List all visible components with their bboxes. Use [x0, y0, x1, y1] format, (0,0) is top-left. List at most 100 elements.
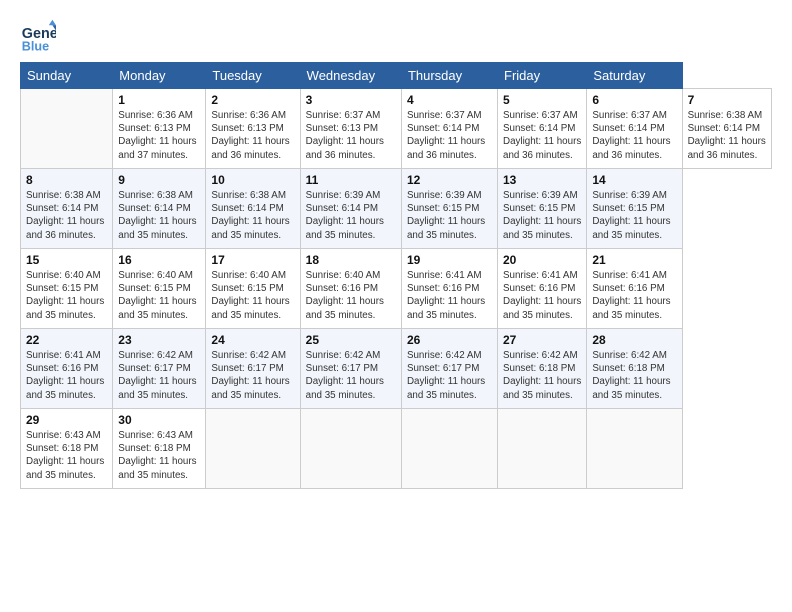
calendar-day-cell: [587, 409, 682, 489]
day-info: Sunrise: 6:43 AMSunset: 6:18 PMDaylight:…: [118, 430, 196, 481]
calendar-day-cell: 27 Sunrise: 6:42 AMSunset: 6:18 PMDaylig…: [498, 329, 587, 409]
calendar-day-cell: [206, 409, 300, 489]
day-info: Sunrise: 6:42 AMSunset: 6:17 PMDaylight:…: [118, 350, 196, 401]
calendar-day-cell: [401, 409, 497, 489]
calendar-week-row: 1 Sunrise: 6:36 AMSunset: 6:13 PMDayligh…: [21, 89, 772, 169]
day-number: 13: [503, 173, 581, 187]
day-info: Sunrise: 6:42 AMSunset: 6:17 PMDaylight:…: [407, 350, 485, 401]
calendar-day-cell: 23 Sunrise: 6:42 AMSunset: 6:17 PMDaylig…: [113, 329, 206, 409]
calendar-day-cell: 5 Sunrise: 6:37 AMSunset: 6:14 PMDayligh…: [498, 89, 587, 169]
day-info: Sunrise: 6:36 AMSunset: 6:13 PMDaylight:…: [118, 110, 196, 161]
day-number: 19: [407, 253, 492, 267]
day-info: Sunrise: 6:40 AMSunset: 6:15 PMDaylight:…: [211, 270, 289, 321]
calendar-day-header: Monday: [113, 63, 206, 89]
day-info: Sunrise: 6:38 AMSunset: 6:14 PMDaylight:…: [688, 110, 766, 161]
calendar-day-cell: 13 Sunrise: 6:39 AMSunset: 6:15 PMDaylig…: [498, 169, 587, 249]
svg-text:Blue: Blue: [22, 39, 49, 53]
logo-icon: General Blue: [20, 18, 56, 54]
calendar-day-cell: 6 Sunrise: 6:37 AMSunset: 6:14 PMDayligh…: [587, 89, 682, 169]
calendar-day-cell: 25 Sunrise: 6:42 AMSunset: 6:17 PMDaylig…: [300, 329, 401, 409]
day-info: Sunrise: 6:37 AMSunset: 6:13 PMDaylight:…: [306, 110, 384, 161]
day-number: 1: [118, 93, 200, 107]
day-info: Sunrise: 6:40 AMSunset: 6:15 PMDaylight:…: [26, 270, 104, 321]
day-number: 16: [118, 253, 200, 267]
page-container: General Blue SundayMondayTuesdayWednesda…: [0, 0, 792, 499]
day-info: Sunrise: 6:39 AMSunset: 6:15 PMDaylight:…: [407, 190, 485, 241]
day-info: Sunrise: 6:39 AMSunset: 6:15 PMDaylight:…: [592, 190, 670, 241]
calendar-day-cell: 28 Sunrise: 6:42 AMSunset: 6:18 PMDaylig…: [587, 329, 682, 409]
logo: General Blue: [20, 18, 56, 54]
day-number: 26: [407, 333, 492, 347]
day-number: 24: [211, 333, 294, 347]
calendar-week-row: 15 Sunrise: 6:40 AMSunset: 6:15 PMDaylig…: [21, 249, 772, 329]
calendar-day-cell: 14 Sunrise: 6:39 AMSunset: 6:15 PMDaylig…: [587, 169, 682, 249]
day-number: 2: [211, 93, 294, 107]
day-info: Sunrise: 6:41 AMSunset: 6:16 PMDaylight:…: [26, 350, 104, 401]
day-info: Sunrise: 6:37 AMSunset: 6:14 PMDaylight:…: [407, 110, 485, 161]
calendar-table: SundayMondayTuesdayWednesdayThursdayFrid…: [20, 62, 772, 489]
calendar-day-cell: 11 Sunrise: 6:39 AMSunset: 6:14 PMDaylig…: [300, 169, 401, 249]
calendar-day-header: Thursday: [401, 63, 497, 89]
day-number: 6: [592, 93, 676, 107]
calendar-week-row: 8 Sunrise: 6:38 AMSunset: 6:14 PMDayligh…: [21, 169, 772, 249]
empty-cell: [21, 89, 113, 169]
calendar-week-row: 22 Sunrise: 6:41 AMSunset: 6:16 PMDaylig…: [21, 329, 772, 409]
day-number: 4: [407, 93, 492, 107]
day-info: Sunrise: 6:37 AMSunset: 6:14 PMDaylight:…: [503, 110, 581, 161]
calendar-day-header: Tuesday: [206, 63, 300, 89]
calendar-day-cell: 9 Sunrise: 6:38 AMSunset: 6:14 PMDayligh…: [113, 169, 206, 249]
calendar-day-cell: 3 Sunrise: 6:37 AMSunset: 6:13 PMDayligh…: [300, 89, 401, 169]
day-number: 17: [211, 253, 294, 267]
day-number: 10: [211, 173, 294, 187]
calendar-day-cell: 16 Sunrise: 6:40 AMSunset: 6:15 PMDaylig…: [113, 249, 206, 329]
day-info: Sunrise: 6:39 AMSunset: 6:15 PMDaylight:…: [503, 190, 581, 241]
day-number: 7: [688, 93, 766, 107]
day-info: Sunrise: 6:38 AMSunset: 6:14 PMDaylight:…: [211, 190, 289, 241]
calendar-day-cell: 17 Sunrise: 6:40 AMSunset: 6:15 PMDaylig…: [206, 249, 300, 329]
day-number: 3: [306, 93, 396, 107]
day-info: Sunrise: 6:41 AMSunset: 6:16 PMDaylight:…: [503, 270, 581, 321]
day-info: Sunrise: 6:41 AMSunset: 6:16 PMDaylight:…: [407, 270, 485, 321]
day-info: Sunrise: 6:38 AMSunset: 6:14 PMDaylight:…: [118, 190, 196, 241]
calendar-day-cell: 24 Sunrise: 6:42 AMSunset: 6:17 PMDaylig…: [206, 329, 300, 409]
day-info: Sunrise: 6:42 AMSunset: 6:17 PMDaylight:…: [306, 350, 384, 401]
day-info: Sunrise: 6:37 AMSunset: 6:14 PMDaylight:…: [592, 110, 670, 161]
day-number: 14: [592, 173, 676, 187]
calendar-day-header: Wednesday: [300, 63, 401, 89]
calendar-day-cell: [300, 409, 401, 489]
calendar-day-cell: 30 Sunrise: 6:43 AMSunset: 6:18 PMDaylig…: [113, 409, 206, 489]
calendar-day-cell: 4 Sunrise: 6:37 AMSunset: 6:14 PMDayligh…: [401, 89, 497, 169]
day-number: 12: [407, 173, 492, 187]
calendar-header-row: SundayMondayTuesdayWednesdayThursdayFrid…: [21, 63, 772, 89]
day-info: Sunrise: 6:36 AMSunset: 6:13 PMDaylight:…: [211, 110, 289, 161]
calendar-day-cell: 15 Sunrise: 6:40 AMSunset: 6:15 PMDaylig…: [21, 249, 113, 329]
calendar-day-cell: 22 Sunrise: 6:41 AMSunset: 6:16 PMDaylig…: [21, 329, 113, 409]
day-info: Sunrise: 6:42 AMSunset: 6:18 PMDaylight:…: [592, 350, 670, 401]
calendar-day-cell: 20 Sunrise: 6:41 AMSunset: 6:16 PMDaylig…: [498, 249, 587, 329]
day-info: Sunrise: 6:42 AMSunset: 6:17 PMDaylight:…: [211, 350, 289, 401]
day-info: Sunrise: 6:41 AMSunset: 6:16 PMDaylight:…: [592, 270, 670, 321]
day-number: 25: [306, 333, 396, 347]
day-number: 9: [118, 173, 200, 187]
day-number: 28: [592, 333, 676, 347]
calendar-day-cell: 1 Sunrise: 6:36 AMSunset: 6:13 PMDayligh…: [113, 89, 206, 169]
day-info: Sunrise: 6:40 AMSunset: 6:15 PMDaylight:…: [118, 270, 196, 321]
calendar-day-cell: 7 Sunrise: 6:38 AMSunset: 6:14 PMDayligh…: [682, 89, 771, 169]
day-number: 18: [306, 253, 396, 267]
day-number: 22: [26, 333, 107, 347]
day-number: 30: [118, 413, 200, 427]
calendar-day-cell: 29 Sunrise: 6:43 AMSunset: 6:18 PMDaylig…: [21, 409, 113, 489]
calendar-day-cell: [498, 409, 587, 489]
day-number: 20: [503, 253, 581, 267]
calendar-day-cell: 21 Sunrise: 6:41 AMSunset: 6:16 PMDaylig…: [587, 249, 682, 329]
day-info: Sunrise: 6:39 AMSunset: 6:14 PMDaylight:…: [306, 190, 384, 241]
calendar-day-header: Saturday: [587, 63, 682, 89]
day-info: Sunrise: 6:43 AMSunset: 6:18 PMDaylight:…: [26, 430, 104, 481]
day-info: Sunrise: 6:42 AMSunset: 6:18 PMDaylight:…: [503, 350, 581, 401]
calendar-day-header: Friday: [498, 63, 587, 89]
calendar-week-row: 29 Sunrise: 6:43 AMSunset: 6:18 PMDaylig…: [21, 409, 772, 489]
calendar-day-cell: 2 Sunrise: 6:36 AMSunset: 6:13 PMDayligh…: [206, 89, 300, 169]
day-number: 8: [26, 173, 107, 187]
day-info: Sunrise: 6:40 AMSunset: 6:16 PMDaylight:…: [306, 270, 384, 321]
calendar-day-header: Sunday: [21, 63, 113, 89]
